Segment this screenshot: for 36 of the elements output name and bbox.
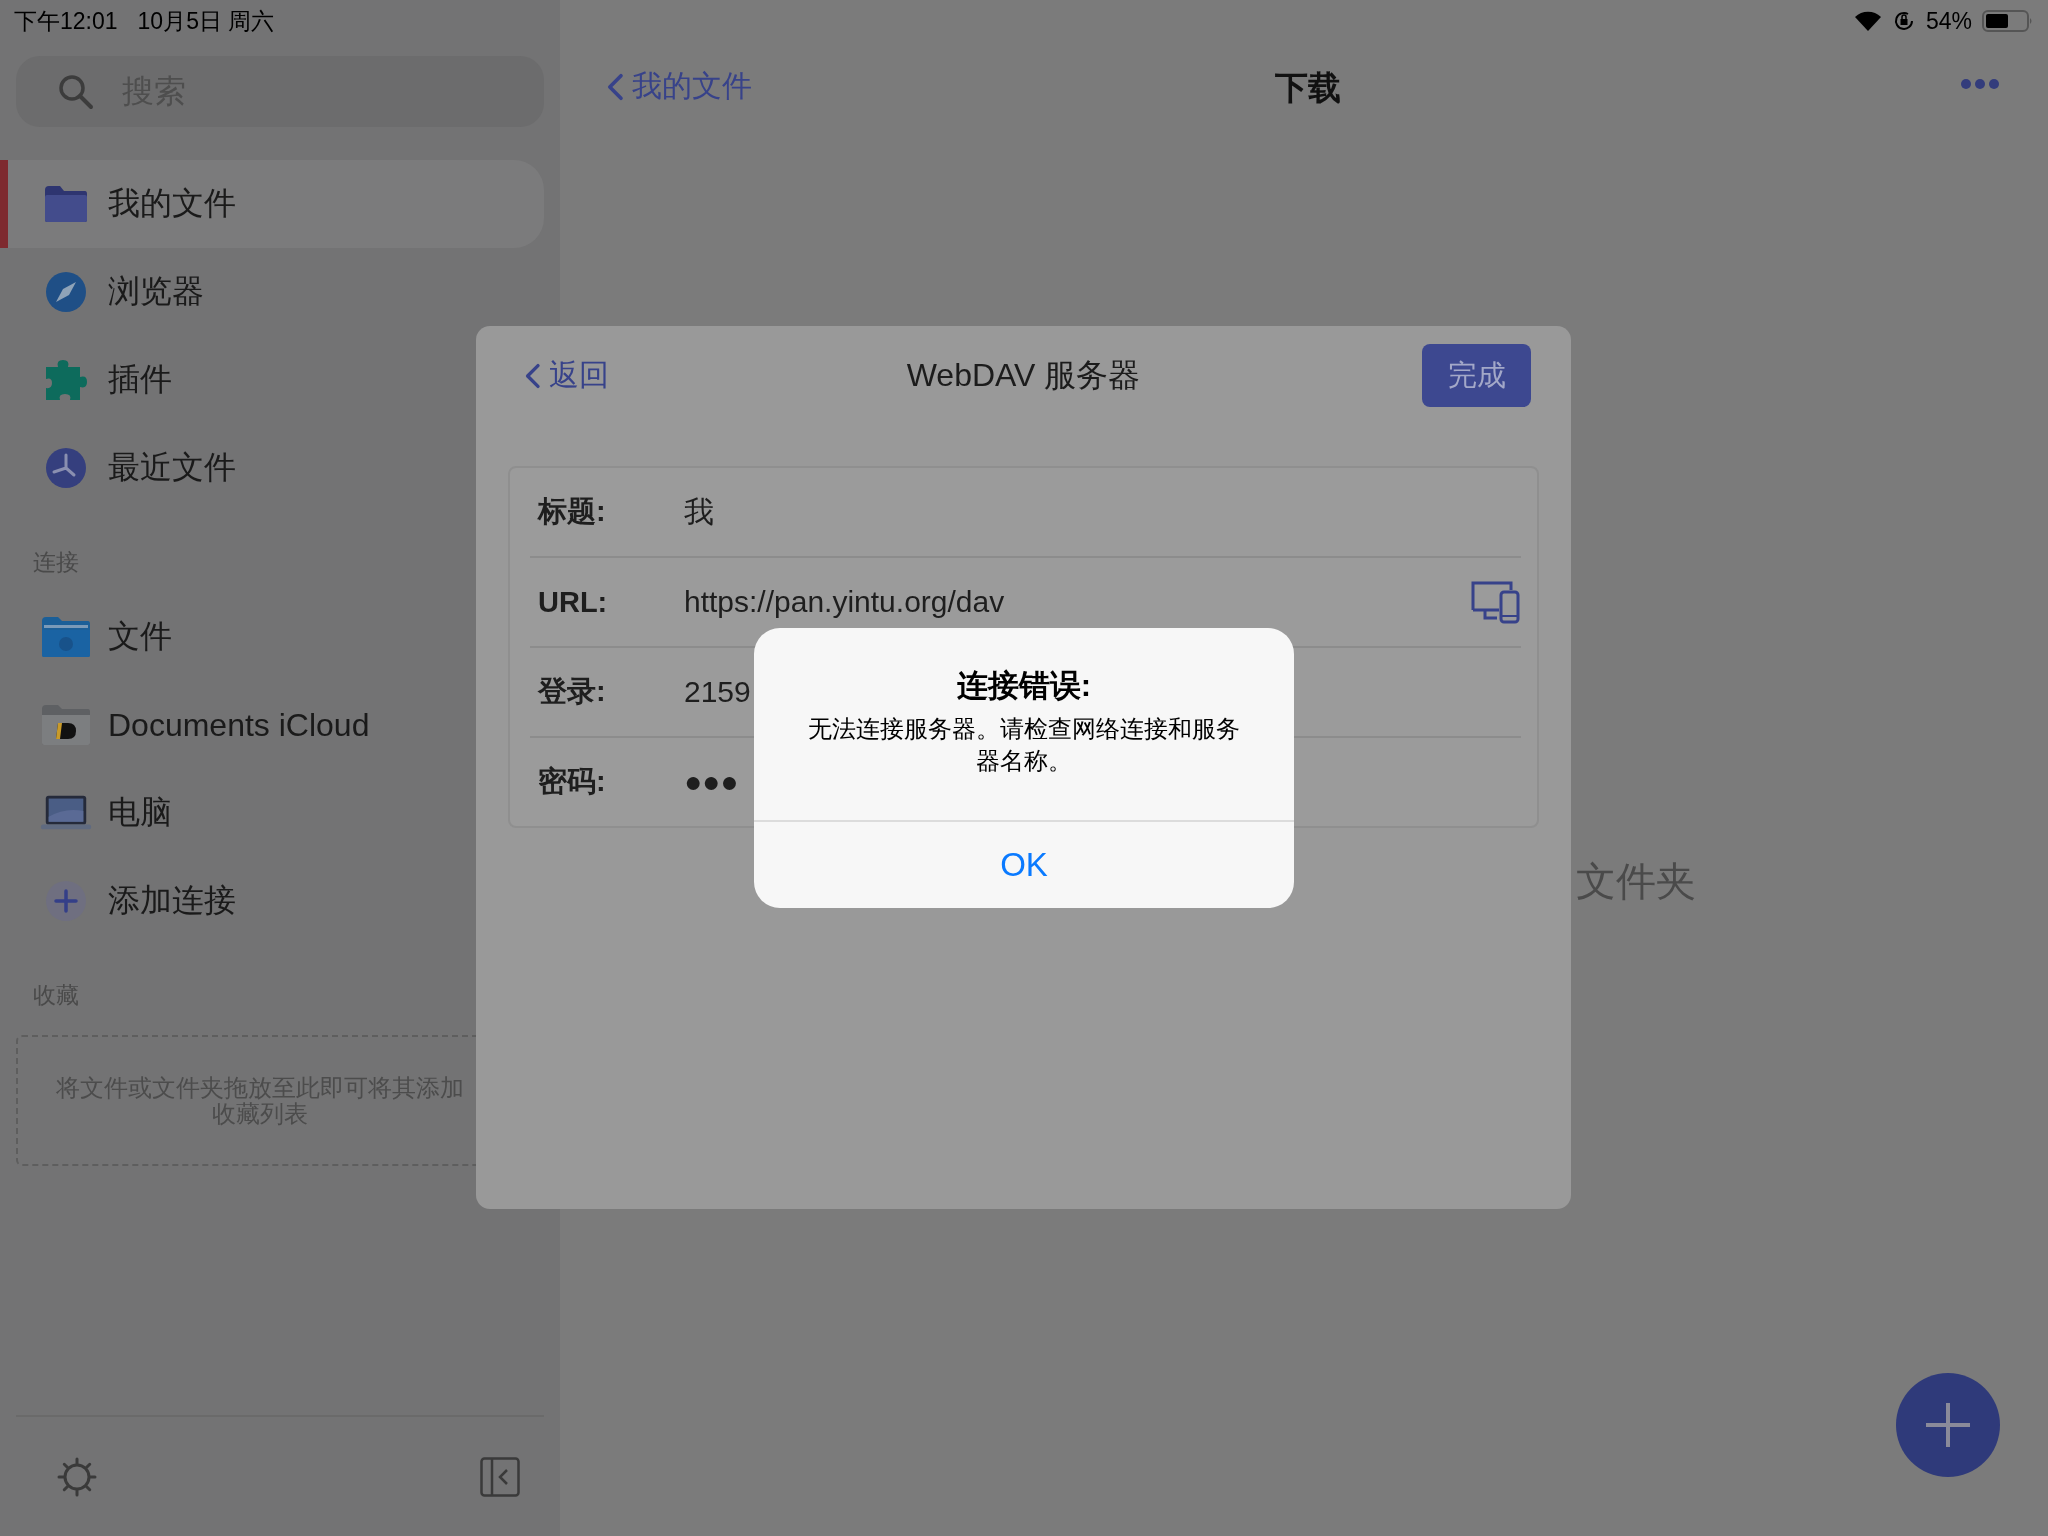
done-button[interactable]: 完成: [1422, 344, 1531, 407]
input-field[interactable]: 我: [684, 491, 1521, 533]
battery-icon: [1982, 10, 2034, 32]
sidebar-item[interactable]: 添加连接: [0, 857, 544, 945]
status-time: 下午12:01: [14, 6, 118, 36]
clock-icon: [45, 447, 87, 489]
nav-title: 下载: [1274, 68, 1341, 108]
field-label: URL:: [538, 585, 609, 619]
input-field[interactable]: https://pan.yintu.org/dav: [684, 585, 1471, 619]
folder-icon: [40, 615, 92, 659]
settings-icon[interactable]: [56, 1455, 98, 1498]
field-label: 标题:: [538, 494, 607, 529]
wifi-icon: [1853, 10, 1882, 32]
devices-icon[interactable]: [1471, 580, 1521, 624]
alert-title: 连接错误:: [956, 667, 1092, 705]
sidebar-item[interactable]: 浏览器: [0, 248, 544, 336]
battery-percent: 54%: [1925, 7, 1972, 35]
collapse-sidebar-icon[interactable]: [480, 1456, 520, 1497]
alert-message: 无法连接服务器。请检查网络连接和服务器名称。: [807, 714, 1241, 776]
chevron-left-icon: [525, 362, 541, 389]
folder-icon: [40, 703, 92, 747]
back-button[interactable]: 我的文件: [607, 66, 752, 107]
plus-icon: [1923, 1400, 1973, 1450]
search-icon: [58, 73, 94, 110]
field-label: 登录:: [538, 674, 607, 709]
ok-button[interactable]: OK: [754, 820, 1294, 908]
compass-icon: [45, 271, 87, 313]
folder-icon: [43, 184, 89, 224]
more-icon[interactable]: [1960, 78, 2000, 90]
puzzle-icon: [44, 358, 88, 402]
dialog-title: WebDAV 服务器: [906, 355, 1141, 395]
field-label: 密码:: [538, 764, 607, 799]
status-date: 10月5日 周六: [137, 6, 275, 36]
add-icon: [45, 880, 87, 922]
chevron-left-icon: [607, 72, 624, 101]
sidebar-item[interactable]: 我的文件: [0, 160, 544, 248]
